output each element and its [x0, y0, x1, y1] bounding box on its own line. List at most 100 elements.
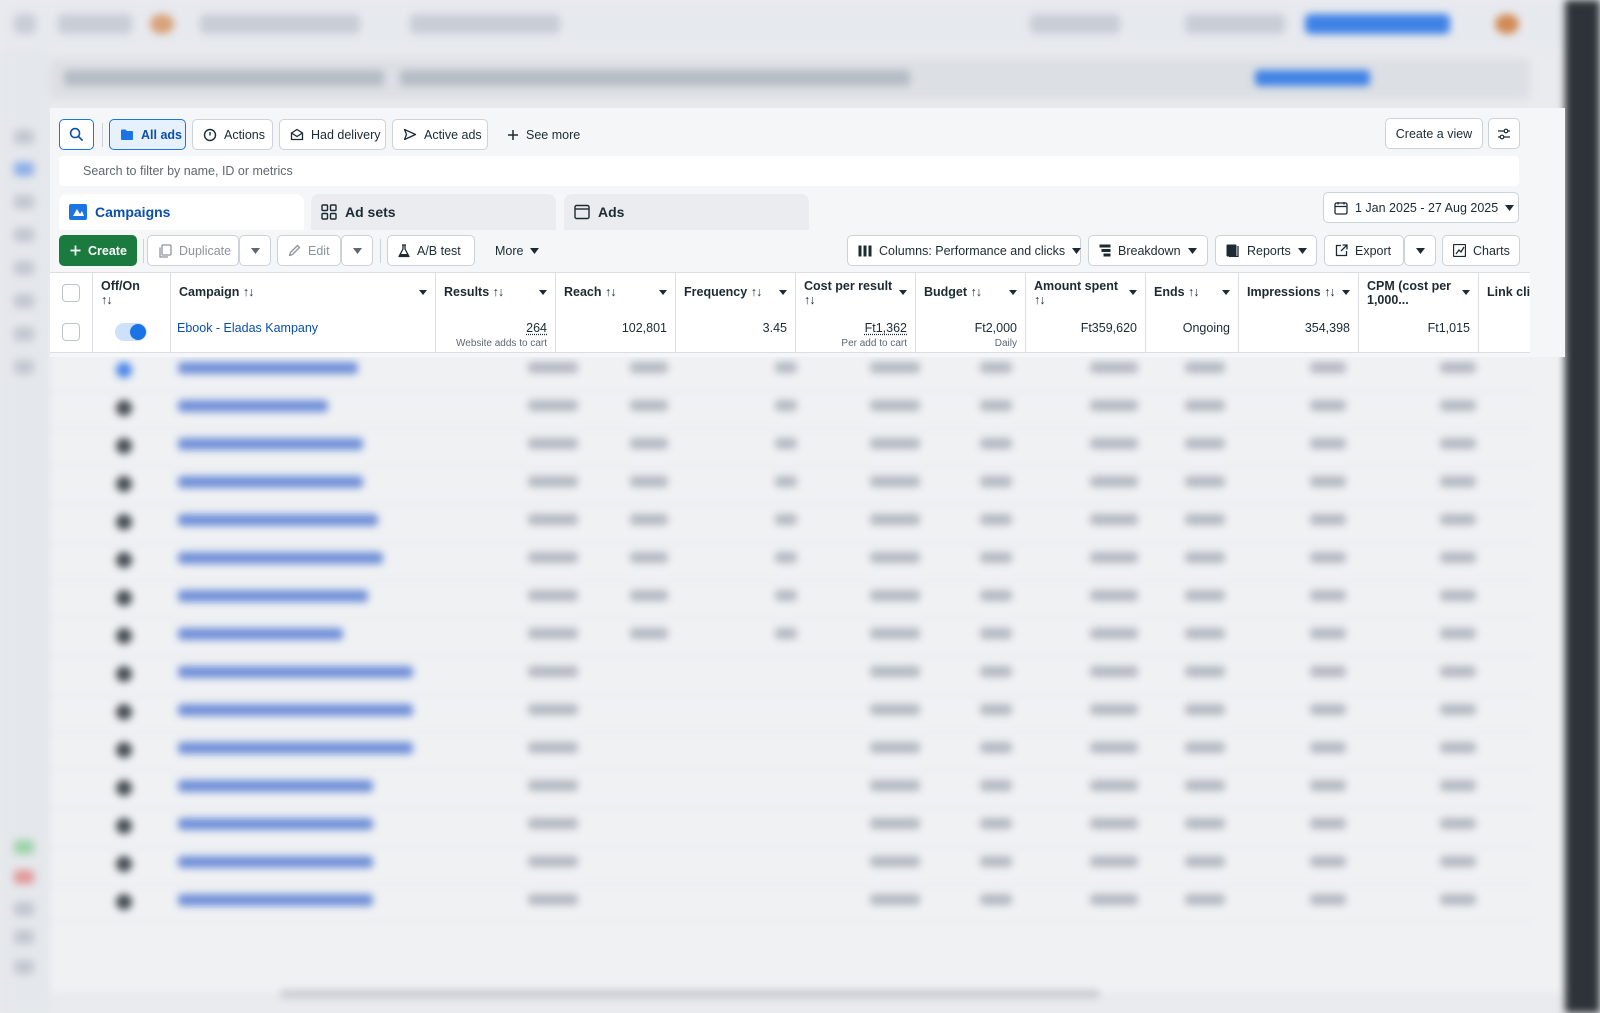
row-value-placeholder [980, 894, 1012, 905]
row-status-dot [116, 590, 132, 606]
row-value-placeholder [1310, 438, 1346, 449]
reports-dropdown[interactable]: Reports [1215, 235, 1317, 266]
reach-cell: 102,801 [555, 314, 675, 352]
had-delivery-filter[interactable]: Had delivery [279, 119, 386, 150]
more-button[interactable]: More [484, 235, 550, 266]
column-menu-caret[interactable] [419, 290, 427, 295]
header-campaign-label: Campaign [179, 285, 240, 299]
columns-dropdown[interactable]: Columns: Performance and clicks [847, 235, 1082, 266]
column-menu-caret[interactable] [659, 290, 667, 295]
row-value-placeholder [980, 780, 1012, 791]
charts-button[interactable]: Charts [1442, 235, 1520, 266]
search-button[interactable] [59, 119, 94, 150]
date-range-label: 1 Jan 2025 - 27 Aug 2025 [1355, 200, 1499, 215]
row-link-placeholder [178, 894, 373, 906]
link-clicks-cell [1478, 314, 1530, 352]
row-value-placeholder [870, 628, 920, 639]
duplicate-button[interactable]: Duplicate [147, 235, 239, 266]
row-value-placeholder [528, 476, 578, 487]
column-menu-caret[interactable] [899, 290, 907, 295]
row-value-placeholder [1310, 704, 1346, 715]
breakdown-dropdown[interactable]: Breakdown [1088, 235, 1208, 266]
row-toggle-cell [92, 314, 170, 352]
campaign-on-toggle[interactable] [115, 323, 147, 341]
right-side-bar [1565, 0, 1600, 1013]
duplicate-dropdown[interactable] [239, 235, 271, 266]
plus-icon [508, 129, 518, 140]
column-menu-caret[interactable] [539, 290, 547, 295]
row-value-placeholder [1090, 590, 1138, 601]
header-link-clicks[interactable]: Link clic [1478, 273, 1530, 314]
header-reach[interactable]: Reach ↑↓ [555, 273, 675, 314]
row-value-placeholder [1440, 894, 1476, 905]
delivery-icon [290, 128, 304, 141]
left-rail [0, 50, 50, 1013]
date-range-picker[interactable]: 1 Jan 2025 - 27 Aug 2025 [1323, 192, 1519, 223]
header-ends[interactable]: Ends ↑↓ [1145, 273, 1238, 314]
blurred-row [50, 542, 1532, 581]
column-menu-caret[interactable] [1009, 290, 1017, 295]
export-dropdown[interactable] [1404, 235, 1436, 266]
row-value-placeholder [1185, 400, 1225, 411]
sort-icon: ↑↓ [804, 293, 815, 307]
row-value-placeholder [630, 438, 668, 449]
header-off-on[interactable]: Off/On ↑↓ [92, 273, 170, 314]
row-value-placeholder [1310, 476, 1346, 487]
column-menu-caret[interactable] [1222, 290, 1230, 295]
table-row[interactable]: Ebook - Eladas Kampany 264 Website adds … [50, 314, 1530, 353]
row-value-placeholder [1310, 590, 1346, 601]
tab-ads[interactable]: Ads [564, 194, 809, 230]
tab-ad-sets[interactable]: Ad sets [311, 194, 556, 230]
create-view-button[interactable]: Create a view [1385, 118, 1483, 149]
actions-filter[interactable]: Actions [192, 119, 273, 150]
search-filter-input[interactable]: Search to filter by name, ID or metrics [59, 156, 1519, 186]
header-campaign[interactable]: Campaign ↑↓ [170, 273, 435, 314]
header-budget[interactable]: Budget ↑↓ [915, 273, 1025, 314]
column-menu-caret[interactable] [779, 290, 787, 295]
header-frequency[interactable]: Frequency ↑↓ [675, 273, 795, 314]
row-value-placeholder [870, 742, 920, 753]
reports-icon [1226, 244, 1239, 257]
see-more-button[interactable]: See more [496, 119, 582, 150]
row-value-placeholder [1310, 894, 1346, 905]
had-delivery-label: Had delivery [311, 127, 381, 142]
column-menu-caret[interactable] [1462, 290, 1470, 295]
select-all-checkbox[interactable] [62, 284, 80, 302]
row-value-placeholder [1090, 628, 1138, 639]
column-menu-caret[interactable] [1342, 290, 1350, 295]
row-status-dot [116, 742, 132, 758]
row-value-placeholder [1440, 704, 1476, 715]
header-amount-spent[interactable]: Amount spent ↑↓ [1025, 273, 1145, 314]
header-impressions[interactable]: Impressions ↑↓ [1238, 273, 1358, 314]
header-cpm[interactable]: CPM (cost per 1,000... [1358, 273, 1478, 314]
row-link-placeholder [178, 628, 343, 640]
blurred-row [50, 428, 1532, 467]
edit-dropdown[interactable] [341, 235, 373, 266]
row-value-placeholder [870, 552, 920, 563]
create-button[interactable]: Create [59, 235, 137, 266]
row-value-placeholder [980, 856, 1012, 867]
ab-test-button[interactable]: A/B test [387, 235, 475, 266]
impressions-cell: 354,398 [1238, 314, 1358, 352]
search-placeholder: Search to filter by name, ID or metrics [83, 164, 293, 178]
customize-button[interactable] [1488, 118, 1520, 149]
row-link-placeholder [178, 742, 413, 754]
edit-button[interactable]: Edit [277, 235, 341, 266]
export-button[interactable]: Export [1324, 235, 1404, 266]
row-value-placeholder [1185, 742, 1225, 753]
row-checkbox[interactable] [62, 323, 80, 341]
column-menu-caret[interactable] [1129, 290, 1137, 295]
header-results[interactable]: Results ↑↓ [435, 273, 555, 314]
sort-icon: ↑↓ [242, 285, 254, 299]
campaign-name-link[interactable]: Ebook - Eladas Kampany [177, 321, 318, 335]
row-value-placeholder [870, 362, 920, 373]
all-ads-filter[interactable]: All ads [109, 119, 186, 150]
row-status-dot [116, 666, 132, 682]
active-ads-filter[interactable]: Active ads [392, 119, 488, 150]
tab-campaigns[interactable]: Campaigns [59, 194, 304, 230]
sort-icon: ↑↓ [970, 285, 982, 299]
sliders-icon [1498, 128, 1510, 139]
duplicate-icon [159, 243, 172, 258]
header-reach-label: Reach [564, 285, 602, 299]
header-cost-per-result[interactable]: Cost per result ↑↓ [795, 273, 915, 314]
